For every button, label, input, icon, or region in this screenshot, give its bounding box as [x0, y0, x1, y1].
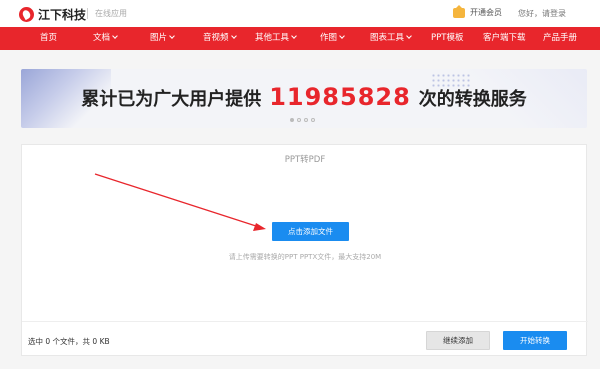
nav-label: 图片	[150, 33, 168, 43]
nav-label: PPT模板	[431, 33, 464, 43]
crown-icon	[453, 4, 465, 18]
header-divider	[87, 8, 88, 19]
banner-count: 11985828	[269, 83, 411, 111]
add-file-button[interactable]: 点击添加文件	[272, 222, 349, 241]
top-bar: 江下科技 在线应用 开通会员 您好，请登录	[0, 0, 600, 27]
converter-title: PPT转PDF	[284, 155, 326, 165]
converter-panel: PPT转PDF 点击添加文件 请上传需要转换的PPT PPTX文件，最大支持20…	[21, 144, 588, 356]
chevron-down-icon	[291, 33, 297, 39]
carousel-dot[interactable]	[311, 118, 315, 122]
nav-label: 作图	[320, 33, 338, 43]
vip-label: 开通会员	[470, 8, 502, 17]
chevron-down-icon	[230, 33, 237, 39]
nav-item-home[interactable]: 首页	[40, 27, 57, 50]
continue-add-button[interactable]: 继续添加	[426, 331, 490, 350]
carousel-dot[interactable]	[304, 118, 308, 122]
nav-item-drawing[interactable]: 作图	[320, 27, 345, 50]
banner-headline: 累计已为广大用户提供 11985828 次的转换服务	[21, 83, 587, 111]
nav-item-images[interactable]: 图片	[150, 27, 175, 50]
logo-icon	[19, 6, 34, 22]
carousel-dot[interactable]	[297, 118, 301, 122]
nav-label: 客户端下载	[483, 33, 526, 43]
carousel-indicators	[290, 118, 315, 122]
nav-item-product-manual[interactable]: 产品手册	[543, 27, 577, 50]
brand-name: 江下科技	[38, 7, 87, 22]
nav-label: 产品手册	[543, 33, 578, 43]
nav-label: 首页	[40, 33, 58, 43]
nav-label: 其他工具	[255, 33, 290, 43]
start-convert-button[interactable]: 开始转换	[503, 331, 567, 350]
brand-logo[interactable]: 江下科技	[19, 5, 86, 23]
panel-divider	[22, 321, 588, 322]
nav-item-other-tools[interactable]: 其他工具	[255, 27, 297, 50]
nav-label: 图表工具	[370, 33, 405, 43]
nav-label: 音视频	[203, 33, 229, 43]
vip-link[interactable]: 开通会员	[453, 4, 502, 18]
nav-item-media[interactable]: 音视频	[203, 27, 237, 50]
file-summary: 选中 0 个文件，共 0 KB	[28, 337, 110, 346]
chevron-down-icon	[339, 33, 345, 39]
chevron-down-icon	[406, 33, 412, 39]
carousel-dot[interactable]	[290, 118, 294, 122]
login-link[interactable]: 您好，请登录	[518, 8, 566, 19]
upload-hint: 请上传需要转换的PPT PPTX文件，最大支持20M	[228, 253, 382, 261]
banner-text-after: 次的转换服务	[418, 89, 527, 110]
main-nav: 首页 文档 图片 音视频 其他工具 作图 图表工具 PPT模板 客户端下载 产品…	[0, 27, 600, 50]
nav-item-chart-tools[interactable]: 图表工具	[370, 27, 412, 50]
chevron-down-icon	[169, 33, 175, 39]
site-subtitle: 在线应用	[95, 9, 127, 18]
nav-item-docs[interactable]: 文档	[93, 27, 118, 50]
nav-label: 文档	[93, 33, 111, 43]
nav-item-ppt-templates[interactable]: PPT模板	[431, 27, 463, 50]
chevron-down-icon	[112, 33, 118, 39]
banner-text-before: 累计已为广大用户提供	[81, 89, 262, 110]
nav-item-client-download[interactable]: 客户端下载	[483, 27, 526, 50]
